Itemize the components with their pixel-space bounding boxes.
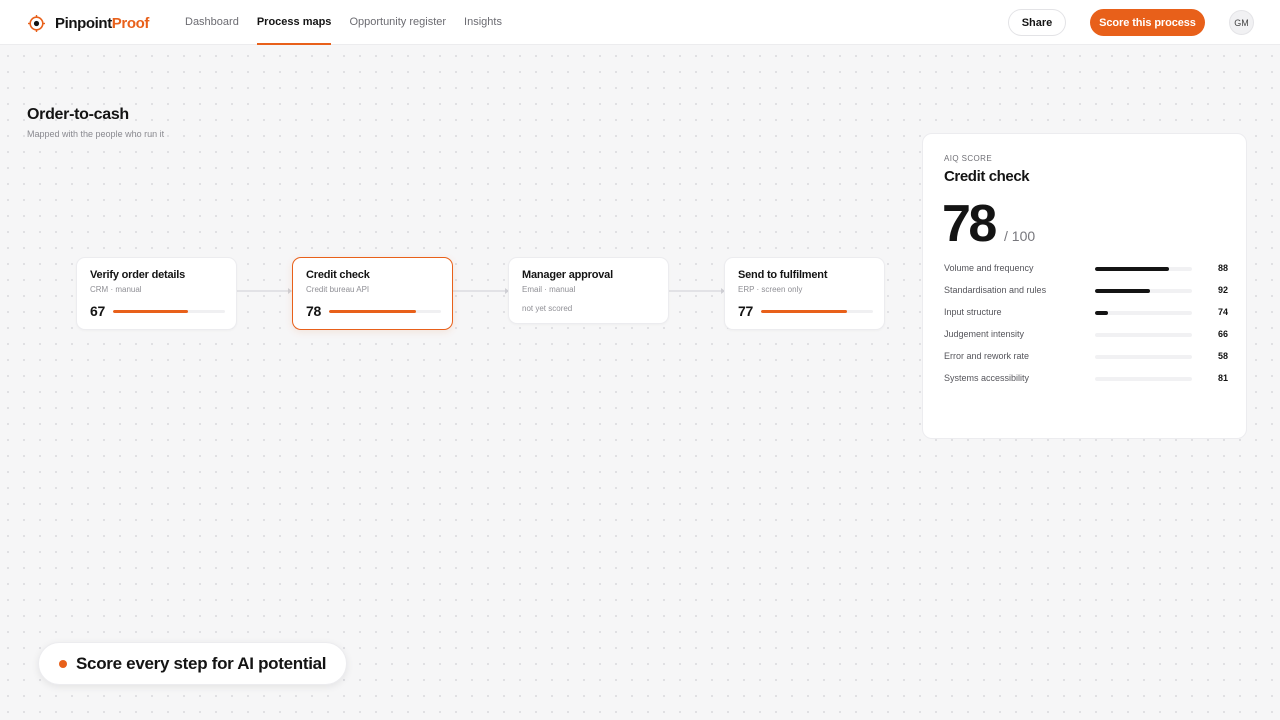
step-score-bar bbox=[761, 310, 873, 313]
score-process-button[interactable]: Score this process bbox=[1090, 9, 1205, 36]
main-nav: Dashboard Process maps Opportunity regis… bbox=[185, 0, 520, 45]
metric-label: Standardisation and rules bbox=[944, 285, 1047, 295]
panel-score-max: / 100 bbox=[1004, 228, 1036, 244]
step-score: 77 bbox=[738, 303, 753, 319]
step-score: 78 bbox=[306, 303, 321, 319]
brand-name: PinpointProof bbox=[55, 15, 149, 32]
brand-name-part2: Proof bbox=[111, 14, 150, 32]
share-button[interactable]: Share bbox=[1008, 9, 1066, 36]
step-title: Credit check bbox=[306, 269, 370, 281]
panel-score: 78 bbox=[942, 195, 997, 253]
step-title: Send to fulfilment bbox=[738, 269, 828, 281]
metric-row: Input structure 74 bbox=[944, 303, 1228, 325]
tab-dashboard[interactable]: Dashboard bbox=[185, 0, 239, 45]
process-step-manager-approval[interactable]: Manager approval Email · manual not yet … bbox=[508, 257, 669, 324]
callout-text: Score every step for AI potential bbox=[76, 654, 327, 673]
metric-bar bbox=[1095, 355, 1192, 359]
metric-bar-fill bbox=[1095, 311, 1108, 315]
metric-list: Volume and frequency 88 Standardisation … bbox=[944, 259, 1228, 391]
metric-row: Standardisation and rules 92 bbox=[944, 281, 1228, 303]
tab-process-maps[interactable]: Process maps bbox=[256, 0, 331, 45]
process-step-send-to-fulfilment[interactable]: Send to fulfilment ERP · screen only 77 bbox=[724, 257, 885, 330]
step-not-scored-note: not yet scored bbox=[522, 304, 573, 313]
page-subtitle: Mapped with the people who run it bbox=[27, 129, 165, 139]
metric-value: 92 bbox=[1217, 285, 1228, 295]
step-score-bar bbox=[329, 310, 441, 313]
step-meta: Credit bureau API bbox=[306, 285, 370, 294]
metric-value: 81 bbox=[1217, 373, 1228, 383]
metric-value: 74 bbox=[1217, 307, 1228, 317]
callout-dot-icon bbox=[59, 660, 67, 668]
metric-bar bbox=[1095, 311, 1192, 315]
top-navigation-bar: PinpointProof Dashboard Process maps Opp… bbox=[0, 0, 1280, 45]
metric-value: 88 bbox=[1217, 263, 1228, 273]
metric-label: Volume and frequency bbox=[944, 263, 1034, 273]
step-score-bar-fill bbox=[113, 310, 189, 313]
pinpoint-logo-icon bbox=[28, 14, 45, 32]
metric-label: Input structure bbox=[944, 307, 1002, 317]
step-title: Manager approval bbox=[522, 269, 613, 281]
aiq-score-panel: AIQ SCORE Credit check 78 / 100 Volume a… bbox=[922, 133, 1247, 439]
metric-bar bbox=[1095, 333, 1192, 337]
metric-row: Volume and frequency 88 bbox=[944, 259, 1228, 281]
step-meta: CRM · manual bbox=[90, 285, 142, 294]
step-score: 67 bbox=[90, 303, 105, 319]
process-step-verify-order[interactable]: Verify order details CRM · manual 67 bbox=[76, 257, 237, 330]
metric-value: 66 bbox=[1217, 329, 1228, 339]
step-meta: Email · manual bbox=[522, 285, 576, 294]
metric-row: Judgement intensity 66 bbox=[944, 325, 1228, 347]
panel-title: Credit check bbox=[944, 168, 1030, 185]
brand[interactable]: PinpointProof bbox=[28, 13, 149, 33]
feature-callout: Score every step for AI potential bbox=[38, 642, 347, 685]
metric-label: Systems accessibility bbox=[944, 373, 1030, 383]
tab-insights[interactable]: Insights bbox=[464, 0, 502, 45]
metric-bar bbox=[1095, 267, 1192, 271]
process-step-credit-check[interactable]: Credit check Credit bureau API 78 bbox=[292, 257, 453, 330]
metric-label: Error and rework rate bbox=[944, 351, 1030, 361]
tab-opportunity-register[interactable]: Opportunity register bbox=[349, 0, 446, 45]
panel-eyebrow: AIQ SCORE bbox=[944, 154, 993, 163]
brand-name-part1: Pinpoint bbox=[55, 14, 112, 32]
step-score-bar bbox=[113, 310, 225, 313]
step-score-bar-fill bbox=[761, 310, 848, 313]
metric-bar bbox=[1095, 289, 1192, 293]
step-meta: ERP · screen only bbox=[738, 285, 803, 294]
metric-bar-fill bbox=[1095, 289, 1151, 293]
metric-row: Error and rework rate 58 bbox=[944, 347, 1228, 369]
user-avatar[interactable]: GM bbox=[1229, 10, 1254, 35]
metric-label: Judgement intensity bbox=[944, 329, 1025, 339]
metric-value: 58 bbox=[1217, 351, 1228, 361]
metric-row: Systems accessibility 81 bbox=[944, 369, 1228, 391]
step-score-bar-fill bbox=[329, 310, 417, 313]
step-title: Verify order details bbox=[90, 269, 186, 281]
metric-bar bbox=[1095, 377, 1192, 381]
metric-bar-fill bbox=[1095, 267, 1169, 271]
page-title: Order-to-cash bbox=[27, 106, 129, 123]
